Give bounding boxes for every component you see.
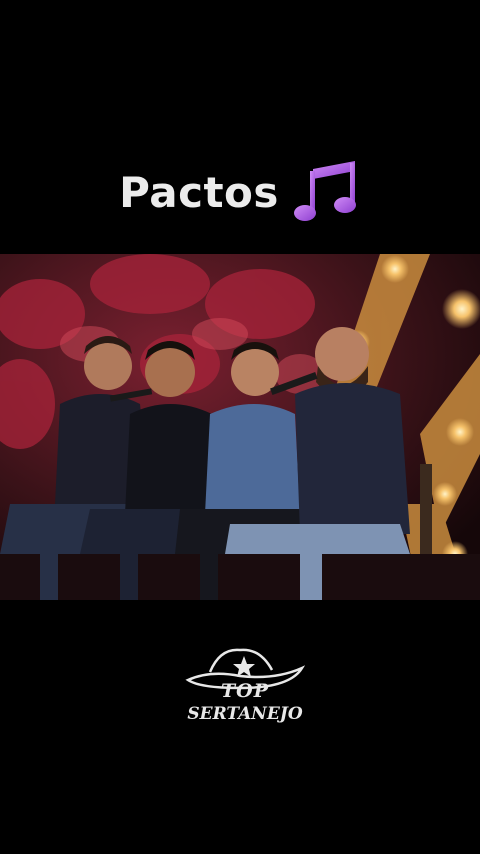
video-player[interactable] [0,254,480,600]
top-sertanejo-logo: TOP SERTANEJO [180,640,310,750]
stage-scene [0,254,480,600]
logo-line-1: TOP [221,680,269,702]
musical-notes-icon [293,159,361,225]
video-frame[interactable]: Pactos TOP SERTANEJO [0,0,480,854]
logo-line-2: SERTANEJO [187,704,303,724]
song-title: Pactos [119,167,279,217]
caption: Pactos [0,160,480,224]
